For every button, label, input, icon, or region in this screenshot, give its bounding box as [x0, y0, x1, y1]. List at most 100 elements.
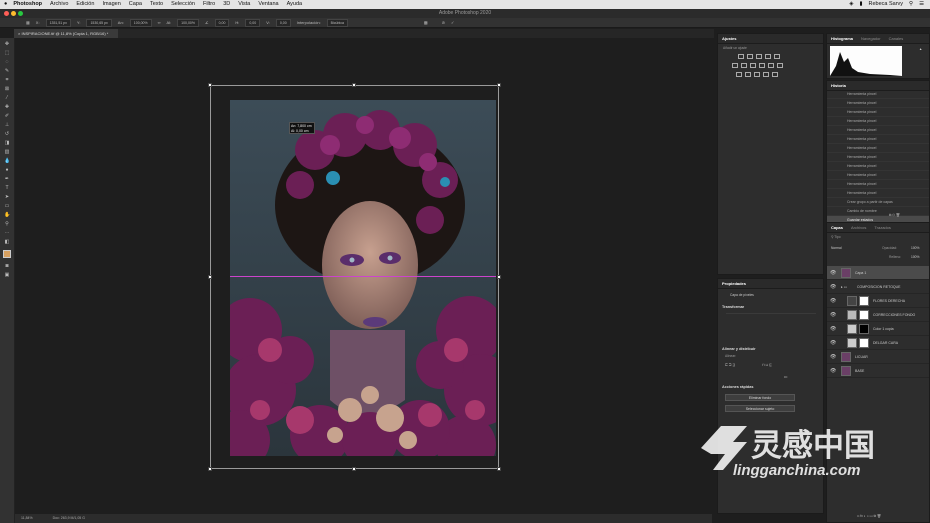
visibility-eye-icon[interactable]: 👁 [830, 266, 836, 280]
gradient-map-icon[interactable] [763, 72, 769, 77]
menu-archivo[interactable]: Archivo [50, 0, 68, 9]
tab-properties[interactable]: Propiedades [722, 279, 746, 288]
transform-section-title[interactable]: Transformar [722, 305, 744, 309]
quick-mask-icon[interactable]: ◙ [4, 264, 10, 269]
history-actions-icons[interactable]: ⧉ ◎ 🗑 [889, 213, 900, 217]
menu-seleccion[interactable]: Selección [171, 0, 195, 9]
levels-icon[interactable] [747, 54, 753, 59]
history-row[interactable]: Herramienta pincel [827, 135, 929, 144]
history-row[interactable]: Herramienta pincel [827, 162, 929, 171]
color-lookup-icon[interactable] [777, 63, 783, 68]
visibility-eye-icon[interactable]: 👁 [830, 336, 836, 350]
handle-middle-left[interactable] [208, 275, 212, 279]
battery-icon[interactable]: ▮ [859, 0, 862, 9]
foreground-color-swatch[interactable] [3, 250, 11, 258]
visibility-eye-icon[interactable]: 👁 [830, 364, 836, 378]
tab-files[interactable]: Archivos [851, 223, 866, 232]
hand-tool-icon[interactable]: ✋ [4, 213, 10, 218]
layer-row[interactable]: 👁 LICUAR [827, 350, 929, 364]
commit-transform-icon[interactable]: ✓ [451, 18, 454, 28]
history-row[interactable]: Herramienta pincel [827, 90, 929, 99]
layer-mask-thumbnail[interactable] [859, 338, 869, 348]
crop-tool-icon[interactable]: ⌗ [4, 78, 10, 83]
warp-icon[interactable]: ▩ [424, 18, 428, 28]
history-row[interactable]: Herramienta pincel [827, 126, 929, 135]
layer-row[interactable]: 👁 Capa 1 [827, 266, 929, 280]
handle-top-center[interactable] [352, 83, 356, 87]
menu-texto[interactable]: Texto [150, 0, 163, 9]
history-row[interactable]: Herramienta pincel [827, 189, 929, 198]
transform-fields[interactable] [726, 313, 816, 340]
invert-icon[interactable] [736, 72, 742, 77]
histogram-warning-icon[interactable]: ▲ [919, 47, 922, 51]
hue-saturation-icon[interactable] [732, 63, 738, 68]
history-row[interactable]: Herramienta pincel [827, 171, 929, 180]
layer-row[interactable]: 👁 DELGAR CARA [827, 336, 929, 350]
frame-tool-icon[interactable]: ⊠ [4, 87, 10, 92]
visibility-eye-icon[interactable]: 👁 [830, 322, 836, 336]
minimize-window-button[interactable] [11, 11, 16, 16]
history-row[interactable]: Cambio de nombre [827, 207, 929, 216]
eraser-tool-icon[interactable]: ◨ [4, 141, 10, 146]
cancel-transform-icon[interactable]: ⊘ [442, 18, 445, 28]
history-row[interactable]: Herramienta pincel [827, 180, 929, 189]
visibility-eye-icon[interactable]: 👁 [830, 350, 836, 364]
zoom-tool-icon[interactable]: ⚲ [4, 222, 10, 227]
layers-actions-icons[interactable]: ∞ fx ◐ ◑ ▭ ⧉ 🗑 [857, 514, 881, 518]
blur-tool-icon[interactable]: 💧 [4, 159, 10, 164]
history-row[interactable]: Herramienta pincel [827, 153, 929, 162]
eyedropper-tool-icon[interactable]: ⁄ [4, 96, 10, 101]
menu-filtro[interactable]: Filtro [203, 0, 215, 9]
menu-list-icon[interactable]: ☰ [919, 0, 924, 9]
posterize-icon[interactable] [745, 72, 751, 77]
tab-history[interactable]: Historia [831, 81, 846, 90]
tab-channels[interactable]: Canales [889, 34, 904, 43]
history-row[interactable]: Crear grupo a partir de capas [827, 198, 929, 207]
black-white-icon[interactable] [750, 63, 756, 68]
align-buttons-right[interactable]: ⊓ ⊔ ⊑ [762, 363, 772, 367]
document-tab[interactable]: × INSPIRACIONE.tif @ 11,8% (Copia 1, RGB… [14, 29, 118, 38]
more-options-icon[interactable]: ••• [784, 375, 787, 379]
history-brush-tool-icon[interactable]: ↺ [4, 132, 10, 137]
handle-top-left[interactable] [208, 83, 212, 87]
healing-tool-icon[interactable]: ✚ [4, 105, 10, 110]
hskew-field[interactable]: 0,00 [245, 18, 261, 27]
remove-background-button[interactable]: Eliminar fondo [725, 394, 795, 401]
link-icon[interactable]: ∞ [158, 18, 161, 28]
handle-middle-right[interactable] [497, 275, 501, 279]
layer-row[interactable]: 👁 BASE [827, 364, 929, 378]
handle-bottom-left[interactable] [208, 467, 212, 471]
opacity-value[interactable]: 100% [911, 246, 919, 250]
zoom-window-button[interactable] [18, 11, 23, 16]
lasso-tool-icon[interactable]: ◌ [4, 60, 10, 65]
h-field[interactable]: 100,00% [177, 18, 199, 27]
tab-layers[interactable]: Capas [831, 223, 843, 232]
marquee-tool-icon[interactable]: ⬚ [4, 51, 10, 56]
tab-histogram[interactable]: Histograma [831, 34, 853, 43]
fill-value[interactable]: 100% [911, 255, 919, 259]
close-window-button[interactable] [4, 11, 9, 16]
stamp-tool-icon[interactable]: ⊥ [4, 123, 10, 128]
search-icon[interactable]: ⚲ [909, 0, 913, 9]
more-tools-icon[interactable]: ⋯ [4, 231, 10, 236]
layer-row[interactable]: 👁 FLORES DERECHA [827, 294, 929, 308]
handle-bottom-right[interactable] [497, 467, 501, 471]
channel-mixer-icon[interactable] [768, 63, 774, 68]
pen-tool-icon[interactable]: ✒ [4, 177, 10, 182]
tab-navigator[interactable]: Navegador [861, 34, 881, 43]
y-field[interactable]: 1530,65 px [86, 18, 112, 27]
dodge-tool-icon[interactable]: ● [4, 168, 10, 173]
menu-imagen[interactable]: Imagen [102, 0, 120, 9]
vskew-field[interactable]: 0,00 [275, 18, 291, 27]
angle-field[interactable]: 0,00 [214, 18, 230, 27]
interp-select[interactable]: Bicúbica [326, 18, 348, 27]
menu-ventana[interactable]: Ventana [258, 0, 278, 9]
user-name[interactable]: Rebeca Sarvy [868, 0, 903, 9]
curves-icon[interactable] [756, 54, 762, 59]
visibility-eye-icon[interactable]: 👁 [830, 308, 836, 322]
vibrance-icon[interactable] [774, 54, 780, 59]
shape-tool-icon[interactable]: ▭ [4, 204, 10, 209]
selective-color-icon[interactable] [772, 72, 778, 77]
menu-3d[interactable]: 3D [223, 0, 230, 9]
history-row[interactable]: Herramienta pincel [827, 144, 929, 153]
